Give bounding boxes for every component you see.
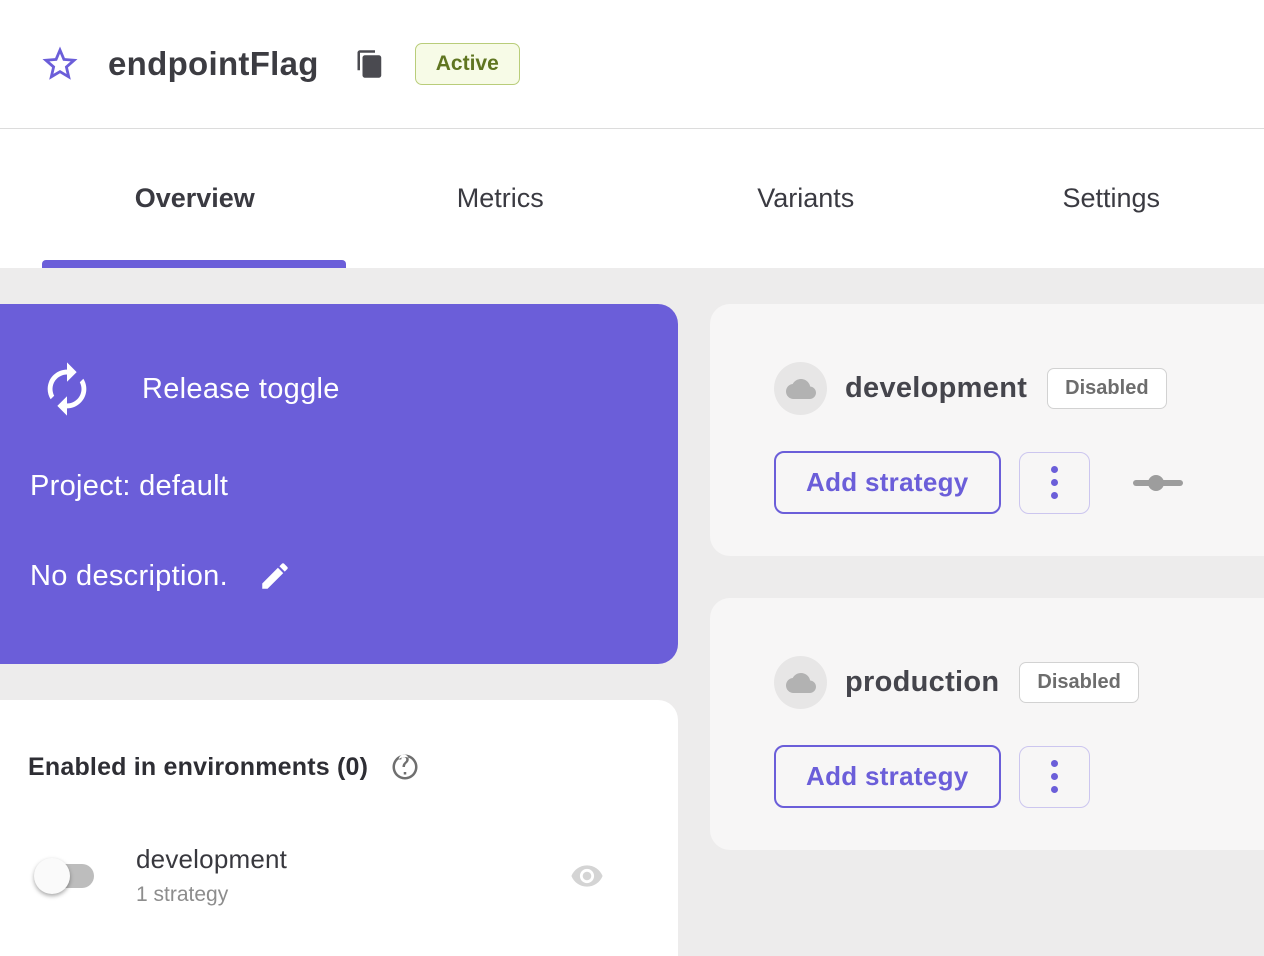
tab-variants[interactable]: Variants — [653, 129, 959, 268]
environment-card-title: development — [845, 372, 1027, 405]
question-circle-icon — [390, 752, 420, 782]
visibility-button[interactable] — [570, 859, 604, 893]
enabled-environments-title: Enabled in environments (0) — [28, 753, 368, 782]
copy-name-button[interactable] — [353, 47, 387, 81]
tab-metrics-label: Metrics — [457, 183, 544, 214]
environments-column: development Disabled Add strategy — [710, 304, 1264, 956]
cloud-icon — [786, 374, 816, 404]
left-column: Release toggle Project: default No descr… — [0, 304, 678, 956]
environment-toggle-switch[interactable] — [42, 864, 94, 888]
cloud-icon — [786, 668, 816, 698]
tab-settings[interactable]: Settings — [959, 129, 1264, 268]
star-outline-icon — [39, 43, 81, 85]
description-text: No description. — [30, 560, 228, 593]
active-tab-indicator — [42, 260, 346, 268]
flag-header: endpointFlag Active — [0, 0, 1264, 128]
project-label: Project: default — [30, 470, 648, 503]
strategy-slider-icon — [1132, 472, 1184, 494]
more-actions-button[interactable] — [1019, 452, 1090, 514]
environment-avatar — [774, 362, 827, 415]
tab-metrics[interactable]: Metrics — [348, 129, 654, 268]
help-button[interactable] — [390, 752, 420, 782]
kebab-menu-icon — [1051, 760, 1058, 793]
status-badge: Active — [415, 43, 520, 85]
environment-card-development: development Disabled Add strategy — [710, 304, 1264, 556]
strategy-count: 1 strategy — [136, 883, 287, 907]
overview-content: Release toggle Project: default No descr… — [0, 268, 1264, 956]
environment-card-title: production — [845, 666, 999, 699]
more-actions-button[interactable] — [1019, 746, 1090, 808]
environment-status-badge: Disabled — [1047, 368, 1166, 409]
toggle-type-card: Release toggle Project: default No descr… — [0, 304, 678, 664]
add-strategy-button[interactable]: Add strategy — [774, 451, 1001, 514]
autorenew-icon — [38, 360, 96, 418]
enabled-environments-panel: Enabled in environments (0) development … — [0, 700, 678, 956]
pencil-icon — [258, 559, 292, 593]
switch-knob — [34, 858, 70, 894]
tab-overview[interactable]: Overview — [42, 129, 348, 268]
favorite-button[interactable] — [38, 42, 82, 86]
add-strategy-button[interactable]: Add strategy — [774, 745, 1001, 808]
environment-avatar — [774, 656, 827, 709]
kebab-menu-icon — [1051, 466, 1058, 499]
tab-overview-label: Overview — [135, 183, 255, 214]
copy-icon — [355, 49, 385, 79]
edit-description-button[interactable] — [258, 559, 292, 593]
environment-name: development — [136, 844, 287, 875]
environment-status-badge: Disabled — [1019, 662, 1138, 703]
tab-variants-label: Variants — [757, 183, 854, 214]
flag-tabs: Overview Metrics Variants Settings — [0, 128, 1264, 268]
eye-icon — [570, 859, 604, 893]
tab-settings-label: Settings — [1062, 183, 1160, 214]
page-title: endpointFlag — [108, 45, 319, 83]
environment-card-production: production Disabled Add strategy — [710, 598, 1264, 850]
environment-toggle-row: development 1 strategy — [28, 844, 650, 907]
toggle-type-label: Release toggle — [142, 373, 340, 406]
